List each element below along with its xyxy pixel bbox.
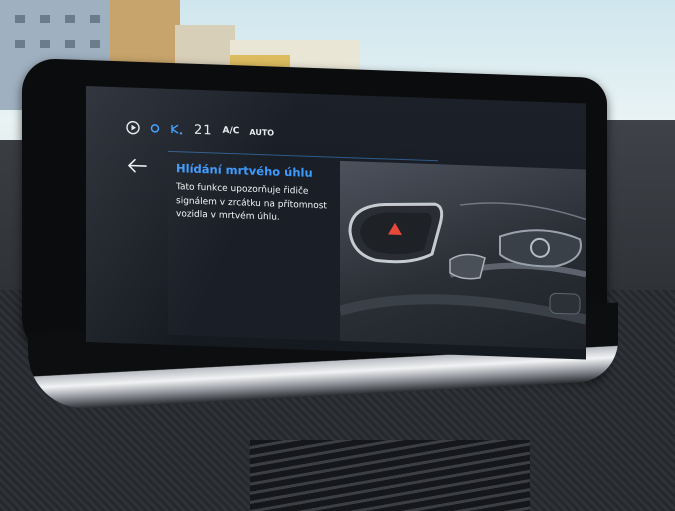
infotainment-screen: 21 A/C AUTO Hlídání mrtvého úhlu Tato fu (86, 86, 586, 360)
connectivity-icon[interactable] (150, 123, 160, 133)
back-arrow-icon[interactable] (126, 157, 148, 174)
steering-wheel-icon (449, 229, 582, 280)
air-vents (250, 440, 530, 511)
blind-spot-illustration (340, 160, 586, 350)
auto-climate-button[interactable]: AUTO (249, 127, 274, 137)
status-bar: 21 A/C AUTO (126, 117, 274, 142)
side-mirror-icon (348, 202, 444, 264)
media-play-icon[interactable] (126, 120, 140, 135)
feature-description: Tato funkce upozorňuje řidiče signálem v… (176, 182, 327, 223)
fan-icon[interactable] (170, 123, 184, 135)
ac-button[interactable]: A/C (223, 126, 240, 137)
feature-info-panel: Hlídání mrtvého úhlu Tato funkce upozorň… (168, 154, 340, 341)
feature-title: Hlídání mrtvého úhlu (176, 161, 313, 180)
temperature-readout[interactable]: 21 (194, 122, 213, 138)
